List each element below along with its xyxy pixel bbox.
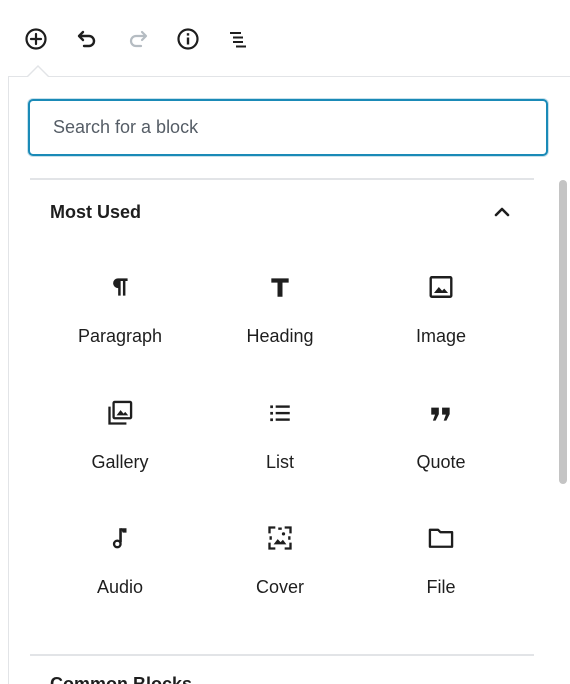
block-types-list: Paragraph Heading Image Gallery List Quo… (40, 262, 522, 622)
chevron-up-icon[interactable] (490, 200, 514, 224)
gallery-icon (105, 398, 135, 428)
block-paragraph[interactable]: Paragraph (40, 262, 200, 362)
panel-title: Most Used (50, 201, 142, 222)
info-icon (177, 28, 199, 50)
block-file[interactable]: File (361, 513, 521, 613)
divider (30, 654, 534, 656)
block-label: List (265, 452, 294, 472)
block-label: Paragraph (77, 326, 163, 346)
heading-icon (265, 272, 295, 302)
plus-circle-icon (25, 28, 47, 50)
block-label: Quote (416, 452, 466, 472)
block-search-field[interactable] (28, 99, 548, 156)
paragraph-icon (105, 272, 135, 302)
panel-title: Common Blocks (50, 674, 193, 684)
block-audio[interactable]: Audio (40, 513, 200, 613)
block-image[interactable]: Image (361, 262, 521, 362)
block-quote[interactable]: Quote (361, 388, 521, 488)
scrollbar[interactable] (559, 180, 567, 484)
block-label: Heading (246, 326, 314, 346)
block-cover[interactable]: Cover (200, 513, 360, 613)
most-used-panel-header[interactable]: Most Used (30, 182, 534, 242)
redo-icon (129, 30, 148, 48)
list-icon (265, 398, 295, 428)
block-label: Audio (96, 577, 144, 597)
common-blocks-panel-header[interactable]: Common Blocks (50, 672, 192, 684)
image-icon (426, 272, 456, 302)
block-navigation-button[interactable] (221, 22, 255, 56)
block-label: Gallery (91, 452, 149, 472)
quote-icon (426, 398, 456, 428)
block-label: Image (415, 326, 467, 346)
undo-icon (77, 30, 96, 48)
block-gallery[interactable]: Gallery (40, 388, 200, 488)
editor-toolbar (0, 0, 570, 76)
popover-arrow-fill (28, 67, 48, 77)
cover-icon (265, 523, 295, 553)
block-label: Cover (255, 577, 304, 597)
file-icon (426, 523, 456, 553)
audio-icon (105, 523, 135, 553)
block-list[interactable]: List (200, 388, 360, 488)
block-navigation-icon (230, 32, 246, 48)
add-block-button[interactable] (19, 22, 53, 56)
divider (30, 178, 534, 180)
redo-button[interactable] (121, 22, 155, 56)
info-button[interactable] (171, 22, 205, 56)
undo-button[interactable] (70, 22, 104, 56)
block-label: File (426, 577, 456, 597)
block-search-input[interactable] (30, 101, 546, 154)
block-heading[interactable]: Heading (200, 262, 360, 362)
